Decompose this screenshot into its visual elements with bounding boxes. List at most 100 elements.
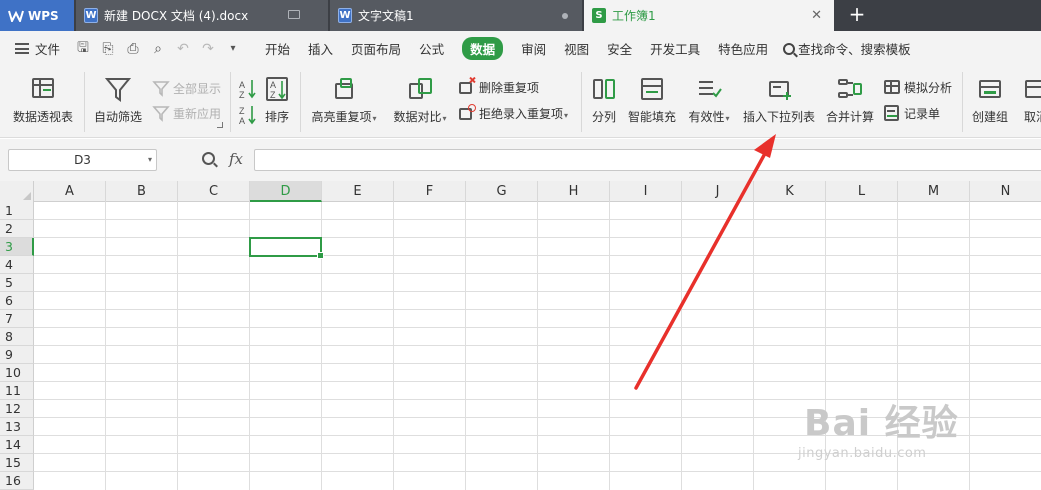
file-menu-label: 文件 (35, 42, 61, 57)
row-header[interactable]: 15 (0, 454, 34, 472)
wps-home-label: WPS (28, 8, 59, 23)
tab-home[interactable]: 开始 (265, 39, 290, 58)
validity-icon (695, 75, 723, 103)
row-header[interactable]: 2 (0, 220, 34, 238)
insert-dropdown-list-icon (765, 75, 793, 103)
tab-text-document[interactable]: W 文字文稿1 (330, 0, 582, 31)
column-header[interactable]: A (34, 181, 106, 202)
row-header[interactable]: 6 (0, 292, 34, 310)
undo-icon[interactable]: ↶ (174, 41, 192, 57)
data-ribbon: 数据透视表 自动筛选 全部显示 重新应用 AZ Z A A Z 排序 高亮重复项… (0, 66, 1041, 138)
tab-review[interactable]: 审阅 (521, 39, 546, 58)
pivot-table-button[interactable]: 数据透视表 (12, 66, 74, 125)
svg-text:Z: Z (239, 90, 245, 100)
column-header[interactable]: M (898, 181, 970, 202)
command-search[interactable]: 查找命令、搜索模板 (783, 39, 911, 58)
column-header[interactable]: J (682, 181, 754, 202)
wps-home-tab[interactable]: WPS (0, 0, 74, 31)
row-header[interactable]: 13 (0, 418, 34, 436)
validity-button[interactable]: 有效性▾ (685, 66, 733, 125)
insert-function-button[interactable]: fx (229, 150, 243, 168)
column-header[interactable]: F (394, 181, 466, 202)
row-header[interactable]: 16 (0, 472, 34, 490)
tab-special-apps[interactable]: 特色应用 (718, 39, 768, 58)
tab-workbook[interactable]: S 工作簿1 ✕ (584, 0, 834, 31)
row-header[interactable]: 7 (0, 310, 34, 328)
sort-ascending-icon[interactable]: AZ (238, 78, 258, 100)
writer-doc-icon: W (84, 8, 98, 23)
highlight-duplicates-button[interactable]: 高亮重复项▾ (309, 66, 379, 125)
tab-view[interactable]: 视图 (564, 39, 589, 58)
tab-insert[interactable]: 插入 (308, 39, 333, 58)
tab-page-layout[interactable]: 页面布局 (351, 39, 401, 58)
name-box[interactable]: D3 ▾ (8, 149, 157, 171)
remove-duplicates-icon (458, 76, 476, 96)
column-header[interactable]: L (826, 181, 898, 202)
data-compare-button[interactable]: 数据对比▾ (390, 66, 450, 125)
column-header[interactable]: C (178, 181, 250, 202)
split-columns-button[interactable]: 分列 (589, 66, 619, 125)
svg-text:A: A (239, 116, 245, 126)
select-all-button[interactable] (0, 181, 34, 202)
row-header[interactable]: 8 (0, 328, 34, 346)
zoom-icon[interactable] (202, 152, 215, 165)
show-all-button[interactable]: 全部显示 (152, 79, 221, 97)
smart-fill-label: 智能填充 (627, 110, 676, 124)
reject-duplicates-button[interactable]: 拒绝录入重复项▾ (458, 104, 568, 122)
smart-fill-button[interactable]: 智能填充 (627, 66, 677, 125)
selected-cell-d3[interactable] (249, 237, 324, 259)
row-header[interactable]: 12 (0, 400, 34, 418)
row-header[interactable]: 9 (0, 346, 34, 364)
tab-security[interactable]: 安全 (607, 39, 632, 58)
formula-input[interactable] (254, 149, 1041, 171)
tab-docx-document[interactable]: W 新建 DOCX 文档 (4).docx (76, 0, 328, 31)
gridline (34, 345, 1041, 346)
ungroup-label: 取消 (1023, 110, 1041, 124)
reapply-button[interactable]: 重新应用 (152, 104, 221, 122)
monitor-icon[interactable] (288, 10, 300, 19)
ungroup-button[interactable]: 取消 (1016, 66, 1041, 125)
column-header[interactable]: K (754, 181, 826, 202)
wps-logo-icon (8, 10, 24, 22)
column-header-active[interactable]: D (250, 181, 322, 202)
row-header[interactable]: 4 (0, 256, 34, 274)
remove-duplicates-button[interactable]: 删除重复项 (458, 76, 539, 96)
create-group-button[interactable]: 创建组 (970, 66, 1010, 125)
insert-dropdown-list-button[interactable]: 插入下拉列表 (742, 66, 816, 125)
row-header[interactable]: 14 (0, 436, 34, 454)
column-header[interactable]: H (538, 181, 610, 202)
row-header[interactable]: 11 (0, 382, 34, 400)
row-header[interactable]: 1 (0, 202, 34, 220)
export-icon[interactable]: ⎘ (99, 41, 117, 57)
sort-descending-icon[interactable]: ZA (238, 104, 258, 126)
filter-dialog-launcher-icon[interactable] (217, 122, 223, 128)
record-form-button[interactable]: 记录单 (883, 104, 940, 122)
consolidate-icon (836, 75, 864, 103)
row-header-active[interactable]: 3 (0, 238, 34, 256)
highlight-duplicates-icon (330, 75, 358, 103)
tab-data[interactable]: 数据 (462, 37, 504, 60)
autofilter-button[interactable]: 自动筛选 (93, 66, 143, 125)
print-preview-icon[interactable]: ⌕ (149, 41, 167, 57)
sort-button[interactable]: AZ 排序 (262, 66, 292, 125)
redo-icon[interactable]: ↷ (199, 41, 217, 57)
column-header[interactable]: G (466, 181, 538, 202)
print-icon[interactable]: ⎙ (124, 41, 142, 57)
row-header[interactable]: 5 (0, 274, 34, 292)
column-header[interactable]: E (322, 181, 394, 202)
column-header[interactable]: N (970, 181, 1041, 202)
close-tab-icon[interactable]: ✕ (811, 8, 822, 23)
consolidate-button[interactable]: 合并计算 (825, 66, 875, 125)
row-header[interactable]: 10 (0, 364, 34, 382)
save-icon[interactable]: 🖫 (74, 37, 92, 61)
column-header[interactable]: I (610, 181, 682, 202)
chevron-down-icon[interactable]: ▾ (148, 150, 152, 170)
column-header[interactable]: B (106, 181, 178, 202)
new-tab-button[interactable]: + (846, 4, 868, 26)
tab-developer[interactable]: 开发工具 (650, 39, 700, 58)
what-if-analysis-button[interactable]: 模拟分析 (883, 78, 952, 96)
show-all-label: 全部显示 (173, 81, 222, 96)
tab-formulas[interactable]: 公式 (419, 39, 444, 58)
file-menu-button[interactable]: 文件 (15, 39, 60, 58)
customize-dropdown-icon[interactable]: ▾ (224, 43, 242, 54)
